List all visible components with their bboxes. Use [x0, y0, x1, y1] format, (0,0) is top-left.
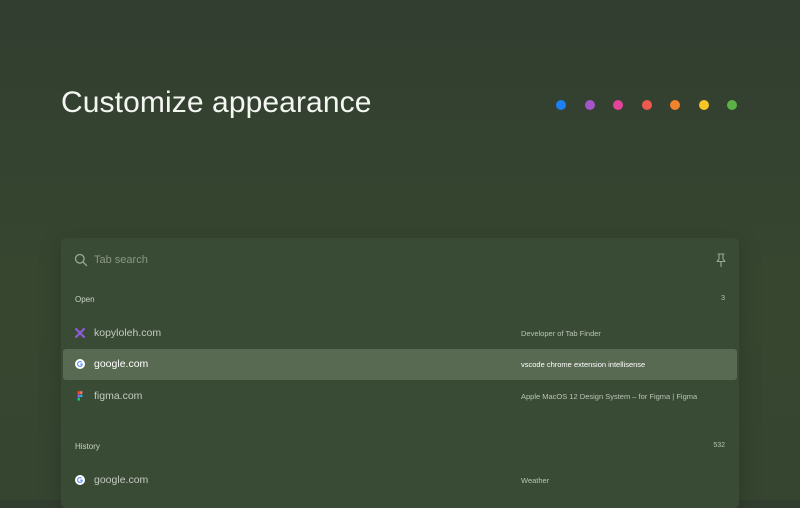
tab-domain: google.com: [94, 358, 149, 370]
search-bar: [61, 238, 739, 282]
kopyloleh-favicon-icon: [75, 328, 85, 338]
color-swatch-yellow[interactable]: [698, 100, 709, 110]
tab-row-selected[interactable]: google.com vscode chrome extension intel…: [63, 349, 737, 380]
history-row[interactable]: google.com Weather: [63, 465, 737, 496]
color-swatch-blue[interactable]: [556, 100, 566, 110]
tab-row[interactable]: figma.com Apple MacOS 12 Design System –…: [63, 381, 737, 412]
tab-row[interactable]: kopyloleh.com Developer of Tab Finder: [63, 318, 737, 349]
google-favicon-icon: [75, 359, 85, 369]
tab-title: Apple MacOS 12 Design System – for Figma…: [521, 392, 698, 401]
google-favicon-icon: [75, 475, 85, 485]
history-section-header: History 532: [61, 442, 739, 458]
tab-domain: google.com: [94, 474, 149, 486]
search-input[interactable]: [94, 250, 654, 270]
tab-domain: kopyloleh.com: [94, 327, 162, 339]
open-section-title: Open: [75, 295, 95, 304]
headline: Customize appearance: [61, 86, 372, 119]
color-swatch-purple[interactable]: [584, 100, 595, 110]
tab-finder-panel: Open 3 kopyloleh.com Developer of Tab Fi…: [61, 238, 739, 508]
color-swatch-pink[interactable]: [613, 100, 623, 110]
color-swatch-red[interactable]: [641, 100, 652, 110]
tab-title: Developer of Tab Finder: [521, 329, 601, 338]
open-section-header: Open 3: [61, 295, 739, 311]
history-section-title: History: [75, 442, 100, 451]
theme-color-picker: [556, 100, 737, 110]
search-icon: [74, 253, 88, 267]
tab-title: Weather: [521, 476, 550, 485]
figma-favicon-icon: [77, 391, 83, 401]
pin-icon[interactable]: [714, 252, 728, 268]
open-section-count: 3: [721, 295, 725, 302]
tab-title: vscode chrome extension intellisense: [521, 360, 646, 369]
tab-domain: figma.com: [94, 390, 143, 402]
color-swatch-orange[interactable]: [670, 100, 680, 110]
color-swatch-green[interactable]: [727, 100, 737, 110]
history-section-count: 532: [713, 442, 725, 449]
